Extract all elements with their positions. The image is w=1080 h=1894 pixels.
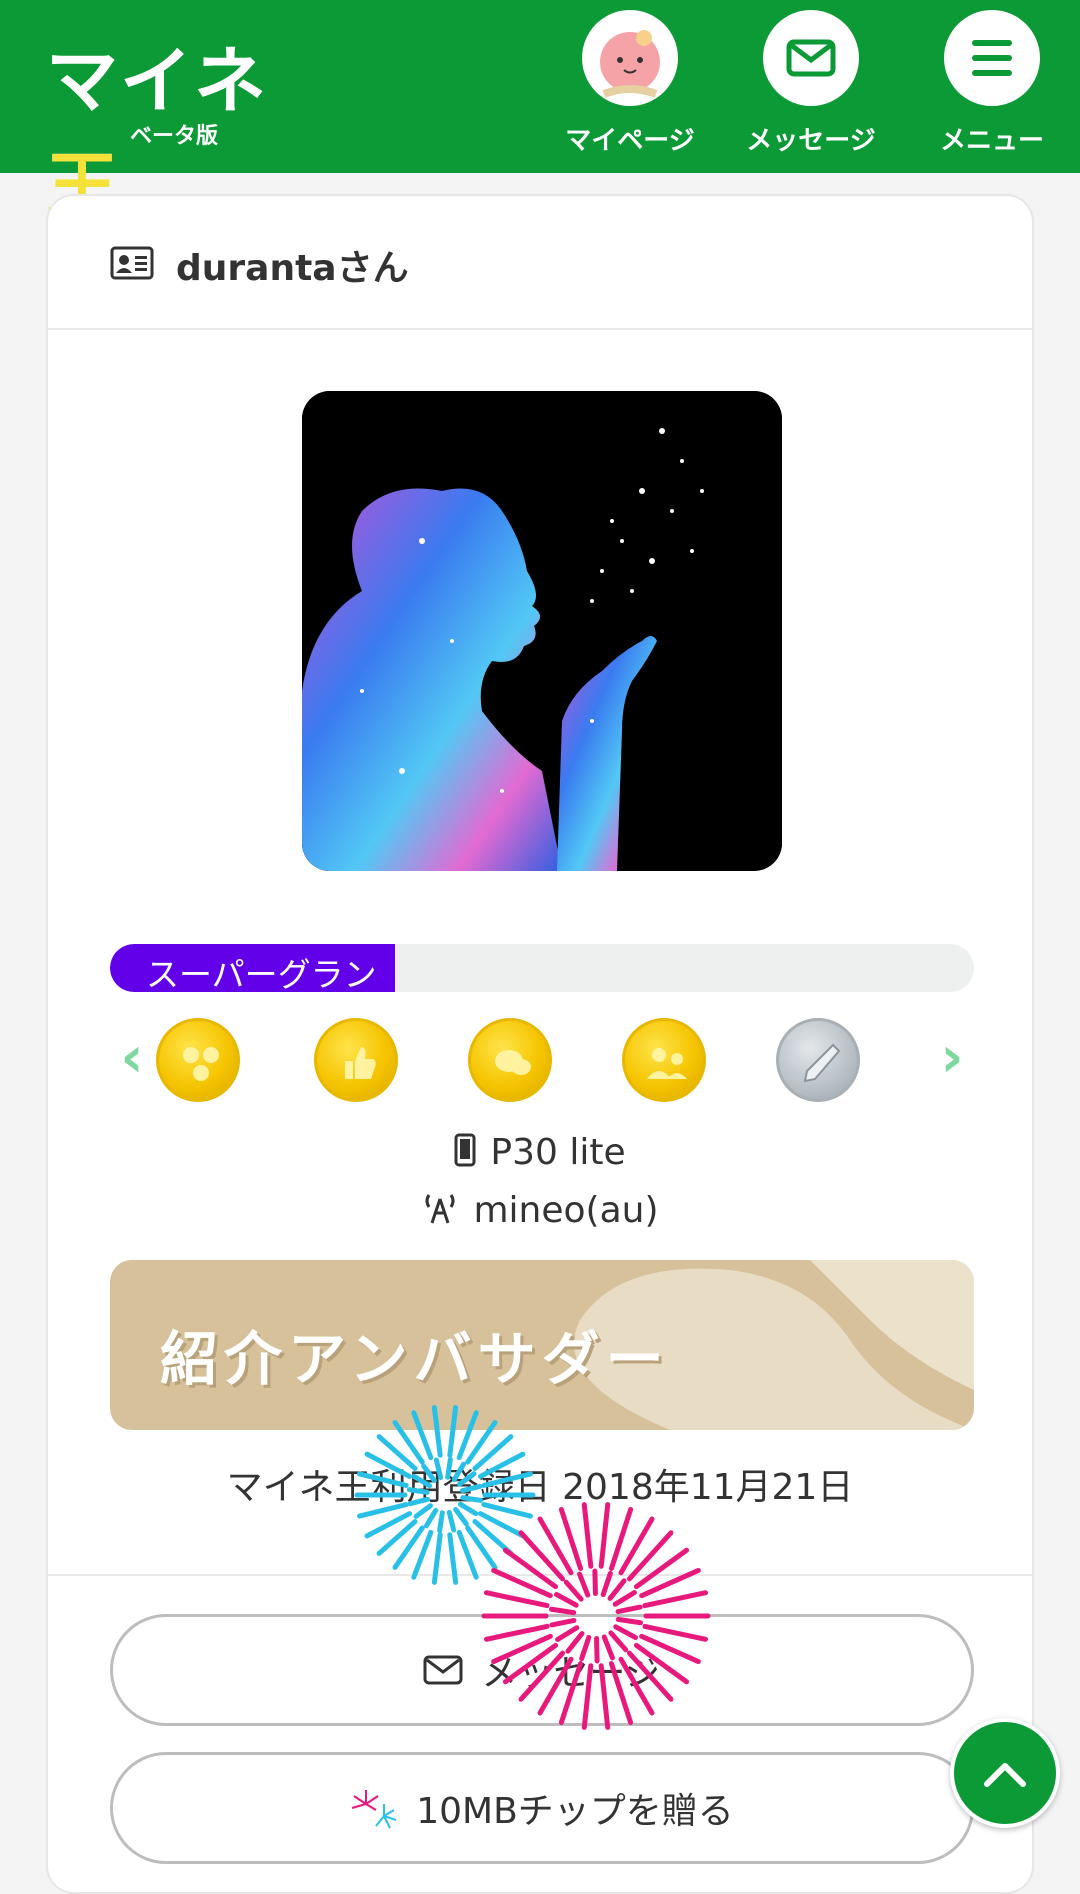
nav-message-label: メッセージ [746, 126, 876, 156]
nav-mypage[interactable]: マイページ [550, 10, 710, 160]
nav-menu[interactable]: メニュー [912, 10, 1072, 160]
firework-icon [350, 1786, 398, 1830]
send-message-label: メッセージ [481, 1653, 661, 1694]
carrier-text: mineo(au) [473, 1190, 659, 1231]
device-model-text: P30 lite [490, 1132, 626, 1173]
app-header: マイネ王 ベータ版 マイページ メッセージ メニュー [0, 0, 1080, 228]
rank-progress-bar: スーパーグラン [110, 944, 974, 992]
hamburger-menu-icon [944, 10, 1040, 106]
send-message-button[interactable]: メッセージ [110, 1614, 974, 1726]
profile-avatar-image[interactable] [302, 391, 782, 871]
community-badge-icon[interactable] [156, 1018, 240, 1102]
antenna-icon [421, 1191, 459, 1234]
smartphone-icon [454, 1133, 476, 1176]
like-badge-icon[interactable] [314, 1018, 398, 1102]
scroll-to-top-button[interactable] [950, 1718, 1060, 1828]
id-card-icon [110, 246, 154, 284]
answer-badge-icon[interactable] [622, 1018, 706, 1102]
rank-label: スーパーグラン [146, 955, 377, 992]
mineo-king-logo[interactable]: マイネ王 ベータ版 [46, 22, 306, 228]
comment-badge-icon[interactable] [468, 1018, 552, 1102]
envelope-icon [423, 1655, 463, 1685]
profile-card: durantaさん スーパーグラン ‹ › P30 lite mineo(au)… [46, 194, 1034, 1894]
ambassador-banner[interactable]: 紹介アンバサダー [110, 1260, 974, 1430]
nav-menu-label: メニュー [939, 126, 1044, 156]
profile-username: durantaさん [176, 248, 409, 289]
nav-message[interactable]: メッセージ [731, 10, 891, 160]
profile-title: durantaさん [110, 240, 409, 290]
gift-chip-button[interactable]: 10MBチップを贈る [110, 1752, 974, 1864]
actions-divider [48, 1574, 1032, 1576]
title-divider [48, 328, 1032, 330]
envelope-icon [763, 10, 859, 106]
gift-chip-label: 10MBチップを贈る [416, 1791, 734, 1832]
chevron-up-icon [984, 1763, 1026, 1787]
pen-badge-icon[interactable] [776, 1018, 860, 1102]
registration-date: マイネ王利用登録日 2018年11月21日 [226, 1467, 854, 1508]
logo-beta-label: ベータ版 [130, 124, 219, 149]
ambassador-title: 紹介アンバサダー [160, 1325, 670, 1393]
device-carrier: mineo(au) [48, 1190, 1032, 1234]
chevron-left-icon[interactable]: ‹ [110, 1028, 154, 1088]
badge-carousel: ‹ › [110, 1014, 974, 1106]
nav-mypage-label: マイページ [565, 126, 695, 156]
chevron-right-icon[interactable]: › [930, 1028, 974, 1088]
device-model: P30 lite [48, 1132, 1032, 1176]
mypage-avatar-icon [582, 10, 678, 106]
